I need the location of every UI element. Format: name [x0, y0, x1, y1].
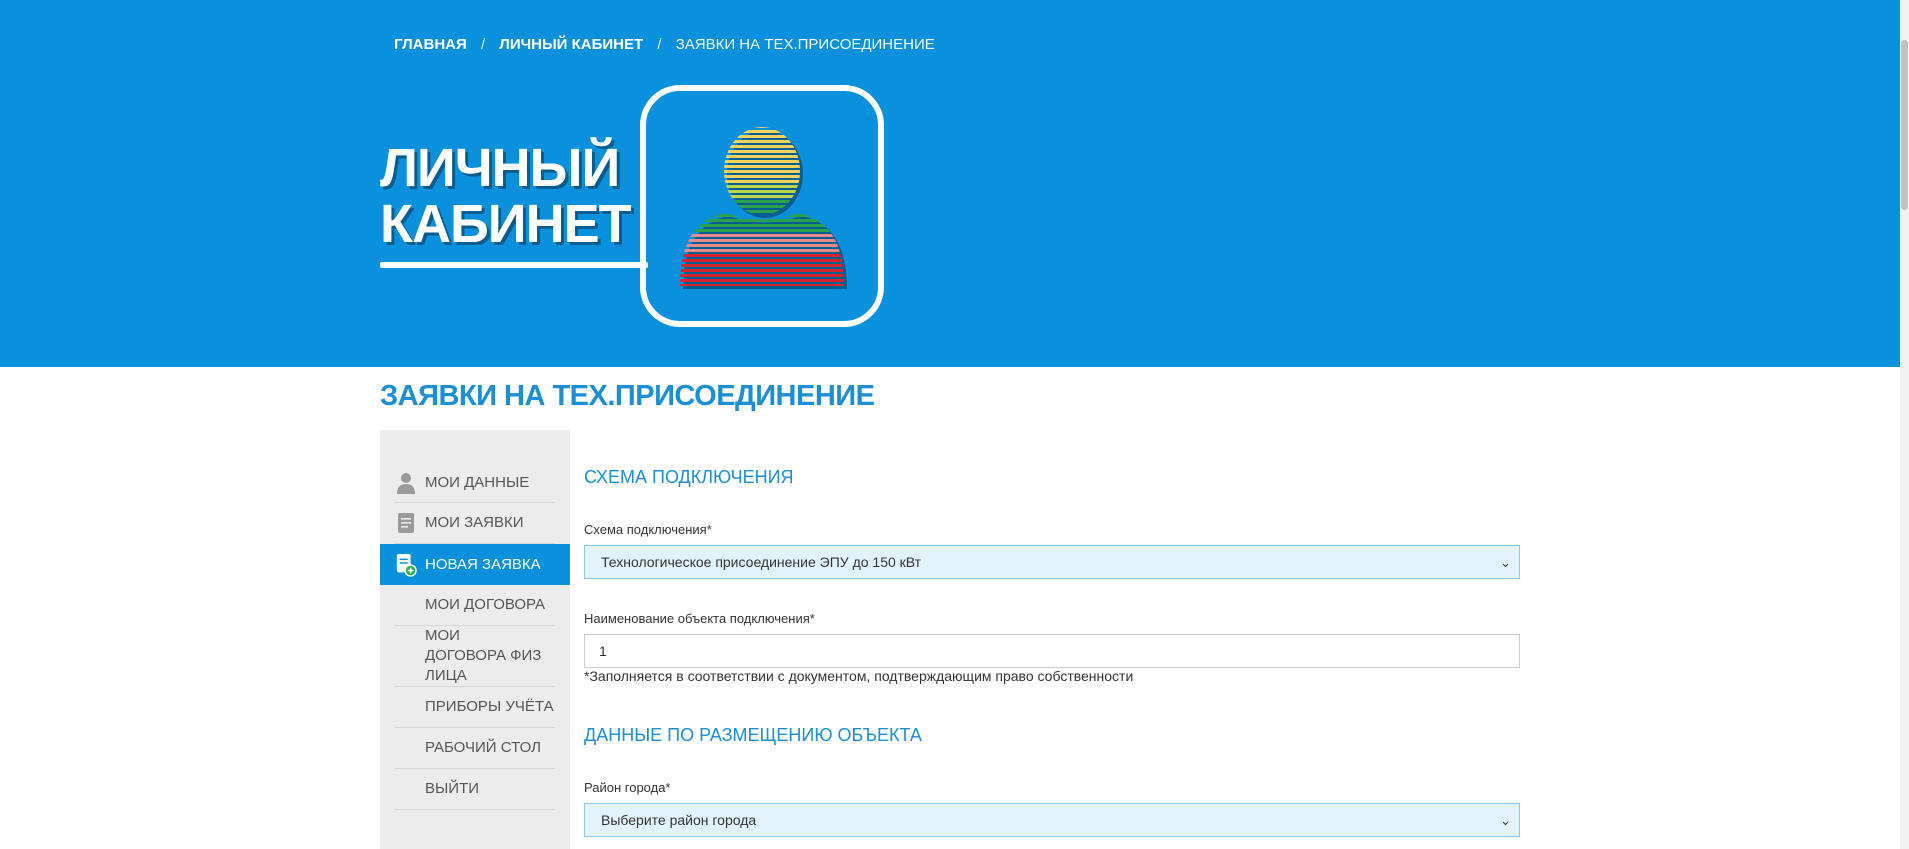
breadcrumb-current: ЗАЯВКИ НА ТЕХ.ПРИСОЕДИНЕНИЕ: [675, 36, 935, 53]
header-banner: ГЛАВНАЯ / ЛИЧНЫЙ КАБИНЕТ / ЗАЯВКИ НА ТЕХ…: [0, 0, 1900, 367]
object-name-label: Наименование объекта подключения*: [584, 611, 815, 626]
district-placeholder: Выберите район города: [601, 812, 757, 828]
user-icon: [395, 471, 417, 495]
user-striped-icon-graphic: [680, 127, 847, 289]
connection-scheme-select[interactable]: Технологическое присоединение ЭПУ до 150…: [584, 545, 1520, 579]
breadcrumb-separator: /: [657, 36, 662, 53]
scrollbar-thumb[interactable]: [1901, 40, 1908, 210]
section-title-object-location: ДАННЫЕ ПО РАЗМЕЩЕНИЮ ОБЪЕКТА: [584, 725, 922, 745]
breadcrumb: ГЛАВНАЯ / ЛИЧНЫЙ КАБИНЕТ / ЗАЯВКИ НА ТЕХ…: [394, 36, 935, 53]
district-label: Район города*: [584, 780, 671, 795]
page-scrollbar[interactable]: [1900, 0, 1909, 849]
sidebar-item-logout[interactable]: ВЫЙТИ: [395, 769, 555, 810]
sidebar-item-new-request[interactable]: НОВАЯ ЗАЯВКА: [380, 544, 570, 585]
sidebar-item-my-data[interactable]: МОИ ДАННЫЕ: [395, 463, 555, 503]
breadcrumb-separator: /: [480, 36, 486, 53]
hero-underline: [380, 262, 648, 268]
hero-title: ЛИЧНЫЙ КАБИНЕТ: [380, 138, 632, 254]
sidebar-item-desktop[interactable]: РАБОЧИЙ СТОЛ: [395, 728, 555, 769]
sidebar-item-my-contracts[interactable]: МОИ ДОГОВОРА: [395, 585, 555, 626]
sidebar-item-label: МОИ ЗАЯВКИ: [425, 514, 524, 531]
hero-title-line2: КАБИНЕТ: [380, 194, 632, 254]
sidebar-item-label: РАБОЧИЙ СТОЛ: [425, 739, 541, 756]
district-select[interactable]: Выберите район города ⌄: [584, 803, 1520, 837]
page-title: ЗАЯВКИ НА ТЕХ.ПРИСОЕДИНЕНИЕ: [380, 380, 875, 412]
object-name-hint: *Заполняется в соответствии с документом…: [584, 668, 1134, 684]
hero-title-line1: ЛИЧНЫЙ: [380, 138, 620, 198]
sidebar-item-label: ВЫЙТИ: [425, 780, 480, 797]
connection-scheme-value: Технологическое присоединение ЭПУ до 150…: [601, 554, 922, 570]
chevron-down-icon: ⌄: [1500, 555, 1511, 570]
sidebar-item-my-requests[interactable]: МОИ ЗАЯВКИ: [395, 503, 555, 544]
object-name-value: 1: [599, 643, 607, 659]
sidebar-item-label: МОИ ДОГОВОРА: [425, 596, 546, 613]
sidebar-item-label: МОИ ДАННЫЕ: [425, 473, 530, 491]
sidebar-item-label: НОВАЯ ЗАЯВКА: [425, 555, 541, 573]
chevron-down-icon: ⌄: [1500, 813, 1511, 828]
sidebar: МОИ ДАННЫЕ МОИ ЗАЯВКИ НОВАЯ ЗАЯВКА МОИ Д…: [380, 430, 570, 849]
user-striped-icon: [640, 85, 884, 327]
sidebar-item-meters[interactable]: ПРИБОРЫ УЧЁТА: [395, 687, 555, 728]
breadcrumb-cabinet-link[interactable]: ЛИЧНЫЙ КАБИНЕТ: [499, 36, 643, 53]
breadcrumb-home-link[interactable]: ГЛАВНАЯ: [394, 36, 467, 53]
document-icon: [395, 511, 417, 535]
sidebar-item-label: ПРИБОРЫ УЧЁТА: [425, 698, 554, 715]
section-title-connection-scheme: СХЕМА ПОДКЛЮЧЕНИЯ: [584, 467, 794, 487]
object-name-input[interactable]: 1: [584, 634, 1520, 668]
new-document-icon: [395, 553, 417, 577]
sidebar-item-my-contracts-individuals[interactable]: МОИ ДОГОВОРА ФИЗ ЛИЦА: [395, 626, 555, 687]
scheme-label: Схема подключения*: [584, 522, 712, 537]
sidebar-item-label: МОИ ДОГОВОРА ФИЗ ЛИЦА: [425, 627, 542, 684]
